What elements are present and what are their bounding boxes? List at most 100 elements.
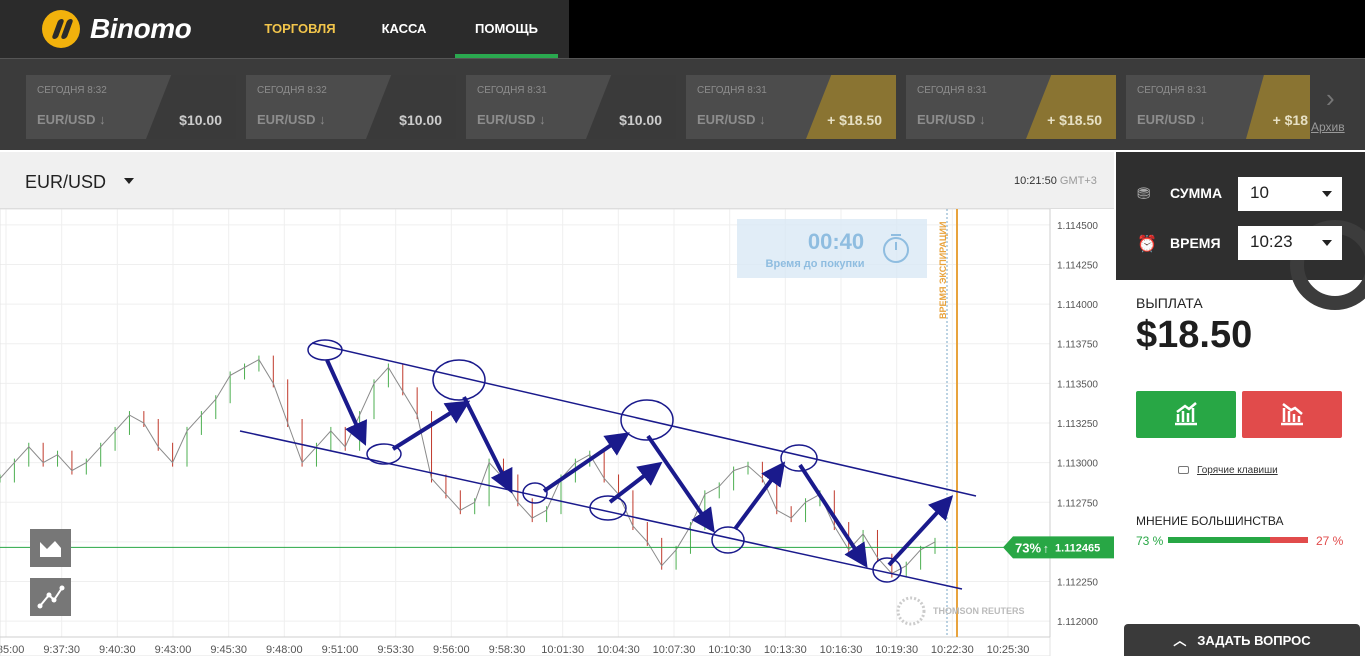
trade-card[interactable]: СЕГОДНЯ 8:32 EUR/USD ↓ $10.00 [246,75,456,139]
x-tick-label: 9:37:30 [43,644,80,656]
coins-icon: ⛃ [1137,186,1151,203]
sum-select[interactable]: 10 [1238,177,1342,211]
annotation-arrow [733,461,786,531]
x-tick-label: 10:16:30 [820,644,863,656]
timer-label: Время до покупки [766,258,865,270]
arrow-down-icon: ↓ [99,112,106,127]
arrow-down-icon: ↓ [539,112,546,127]
y-tick-label: 1.112000 [1057,617,1098,628]
archive-link[interactable]: Архив [1311,120,1345,134]
arrow-down-icon: ↓ [759,112,766,127]
caret-down-icon [1322,240,1332,246]
y-tick-label: 1.113500 [1057,379,1098,390]
chevron-up-icon: ︿ [1173,633,1187,648]
price-tag: 73% ↑ 1.112465 [1003,536,1114,559]
call-up-button[interactable] [1136,391,1236,438]
trade-date: СЕГОДНЯ 8:31 [477,85,547,96]
y-tick-label: 1.113250 [1057,419,1098,430]
x-tick-label: 9:51:00 [322,644,359,656]
nav-item-trading[interactable]: ТОРГОВЛЯ [258,0,342,58]
trade-pair: EUR/USD ↓ [37,112,106,127]
arrow-down-icon: ↓ [319,112,326,127]
trade-pair: EUR/USD ↓ [477,112,546,127]
trade-card[interactable]: СЕГОДНЯ 8:32 EUR/USD ↓ $10.00 [26,75,236,139]
x-tick-label: 10:22:30 [931,644,974,656]
x-tick-label: 9:56:00 [433,644,470,656]
annotations [239,339,977,590]
time-select[interactable]: 10:23 [1238,226,1342,260]
top-bar: Binomo ТОРГОВЛЯ КАССА ПОМОЩЬ [0,0,1365,58]
trade-amount: + $18.50 [1047,112,1102,128]
time-label: ВРЕМЯ [1170,235,1221,251]
chart-type-area-button[interactable] [30,529,71,567]
chevron-right-icon[interactable]: › [1326,83,1335,114]
annotation-arrow [887,495,954,567]
channel-lower-line [239,430,963,590]
annotation-circle [307,339,343,361]
annotation-arrow [391,400,471,451]
channel-upper-line [311,342,977,497]
y-tick-label: 1.114250 [1057,260,1098,271]
y-tick-label: 1.112750 [1057,498,1098,509]
nav-item-help[interactable]: ПОМОЩЬ [455,0,558,58]
x-tick-label: 10:13:30 [764,644,807,656]
price-series [0,355,936,578]
trade-card[interactable]: СЕГОДНЯ 8:31 EUR/USD ↓ + $18.50 [906,75,1116,139]
trade-date: СЕГОДНЯ 8:31 [1137,85,1207,96]
caret-down-icon[interactable] [124,178,134,184]
y-axis: 1.114500 1.114250 1.114000 1.113750 1.113500… [1057,221,1098,628]
nav-item-cashier[interactable]: КАССА [369,0,439,58]
x-tick-label: 10:25:30 [987,644,1030,656]
trade-amount: $10.00 [179,112,222,128]
majority-opinion-label: МНЕНИЕ БОЛЬШИНСТВА [1136,514,1284,528]
annotation-circle [589,495,627,521]
trend-down-icon [1281,403,1303,426]
x-tick-label: 10:01:30 [541,644,584,656]
y-tick-label: 1.113750 [1057,340,1098,351]
server-clock: 10:21:50 GMT+3 [1014,175,1097,187]
opinion-bar-fill [1168,537,1271,543]
svg-text:73%: 73% [1015,540,1041,555]
put-down-button[interactable] [1242,391,1342,438]
opinion-bar [1168,537,1308,543]
trend-up-icon [1175,402,1197,426]
y-tick-label: 1.113000 [1057,459,1098,470]
asset-select[interactable]: EUR/USD [25,172,106,193]
ask-question-button[interactable]: ︿ ЗАДАТЬ ВОПРОС [1124,624,1360,656]
trade-card[interactable]: СЕГОДНЯ 8:31 EUR/USD ↓ $10.00 [466,75,676,139]
x-tick-label: 9:43:00 [155,644,192,656]
annotation-arrow [646,434,715,533]
trade-amount: $10.00 [619,112,662,128]
annotation-circle [432,359,486,401]
arrow-down-icon: ↓ [1199,112,1206,127]
sum-label: СУММА [1170,185,1223,201]
hotkeys-link[interactable]: Горячие клавиши [1197,465,1278,476]
purchase-timer: 00:40 Время до покупки [737,219,927,278]
caret-down-icon [1322,191,1332,197]
keyboard-icon [1178,466,1189,474]
chart-header: EUR/USD 10:21:50 GMT+3 [0,152,1114,209]
payout-label: ВЫПЛАТА [1136,295,1203,311]
expiration-label: ВРЕМЯ ЭКСПИРАЦИИ [938,222,948,319]
price-chart[interactable]: 1.114500 1.114250 1.114000 1.113750 1.113500… [0,209,1114,656]
payout-value: $18.50 [1136,314,1253,356]
x-tick-label: 9:58:30 [489,644,526,656]
trade-date: СЕГОДНЯ 8:32 [37,85,107,96]
x-tick-label: 10:04:30 [597,644,640,656]
trade-amount: + $18 [1272,112,1308,128]
logo[interactable]: Binomo [42,10,192,48]
opinion-down-percent: 27 % [1316,534,1344,548]
annotation-arrow [325,359,367,446]
trade-card[interactable]: СЕГОДНЯ 8:31 EUR/USD ↓ + $18.50 [686,75,896,139]
x-axis: 9:35:00 9:37:30 9:40:30 9:43:00 9:45:30 9:48:… [0,644,1029,656]
timer-value: 00:40 [808,229,864,254]
trade-date: СЕГОДНЯ 8:31 [917,85,987,96]
trade-card[interactable]: СЕГОДНЯ 8:31 EUR/USD ↓ + $18 [1126,75,1310,139]
svg-text:↑: ↑ [1043,541,1049,555]
trade-pair: EUR/USD ↓ [257,112,326,127]
x-tick-label: 10:19:30 [875,644,918,656]
trade-pair: EUR/USD ↓ [917,112,986,127]
trade-amount: $10.00 [399,112,442,128]
annotation-arrow [462,396,513,494]
chart-indicators-button[interactable] [30,578,71,616]
